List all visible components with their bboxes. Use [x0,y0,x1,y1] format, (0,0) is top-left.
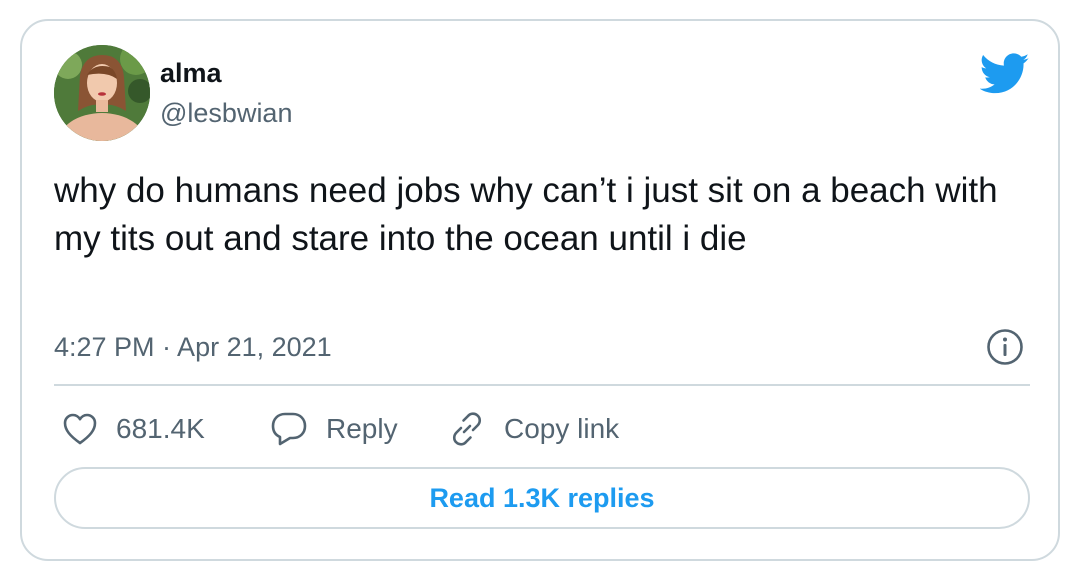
tweet-card: alma @lesbwian why do humans need jobs w… [20,19,1060,561]
read-replies-button[interactable]: Read 1.3K replies [54,467,1030,529]
copy-link-button[interactable]: Copy link [448,407,619,451]
info-icon[interactable] [986,328,1024,366]
profile-photo-icon [54,45,150,141]
heart-icon [63,413,97,445]
reply-button[interactable]: Reply [270,407,398,451]
tweet-text: why do humans need jobs why can’t i just… [54,171,998,258]
user-handle[interactable]: @lesbwian [160,95,292,131]
copy-link-label: Copy link [504,413,620,444]
twitter-bird-icon[interactable] [979,53,1030,95]
tweet-timestamp[interactable]: 4:27 PM · Apr 21, 2021 [54,329,332,365]
like-button[interactable]: 681.4K [62,407,205,451]
link-icon [452,412,482,446]
reply-label: Reply [326,413,398,444]
display-name[interactable]: alma [160,55,222,91]
divider [54,384,1030,386]
speech-bubble-icon [271,412,307,446]
avatar[interactable] [54,45,150,141]
like-count: 681.4K [116,413,205,444]
